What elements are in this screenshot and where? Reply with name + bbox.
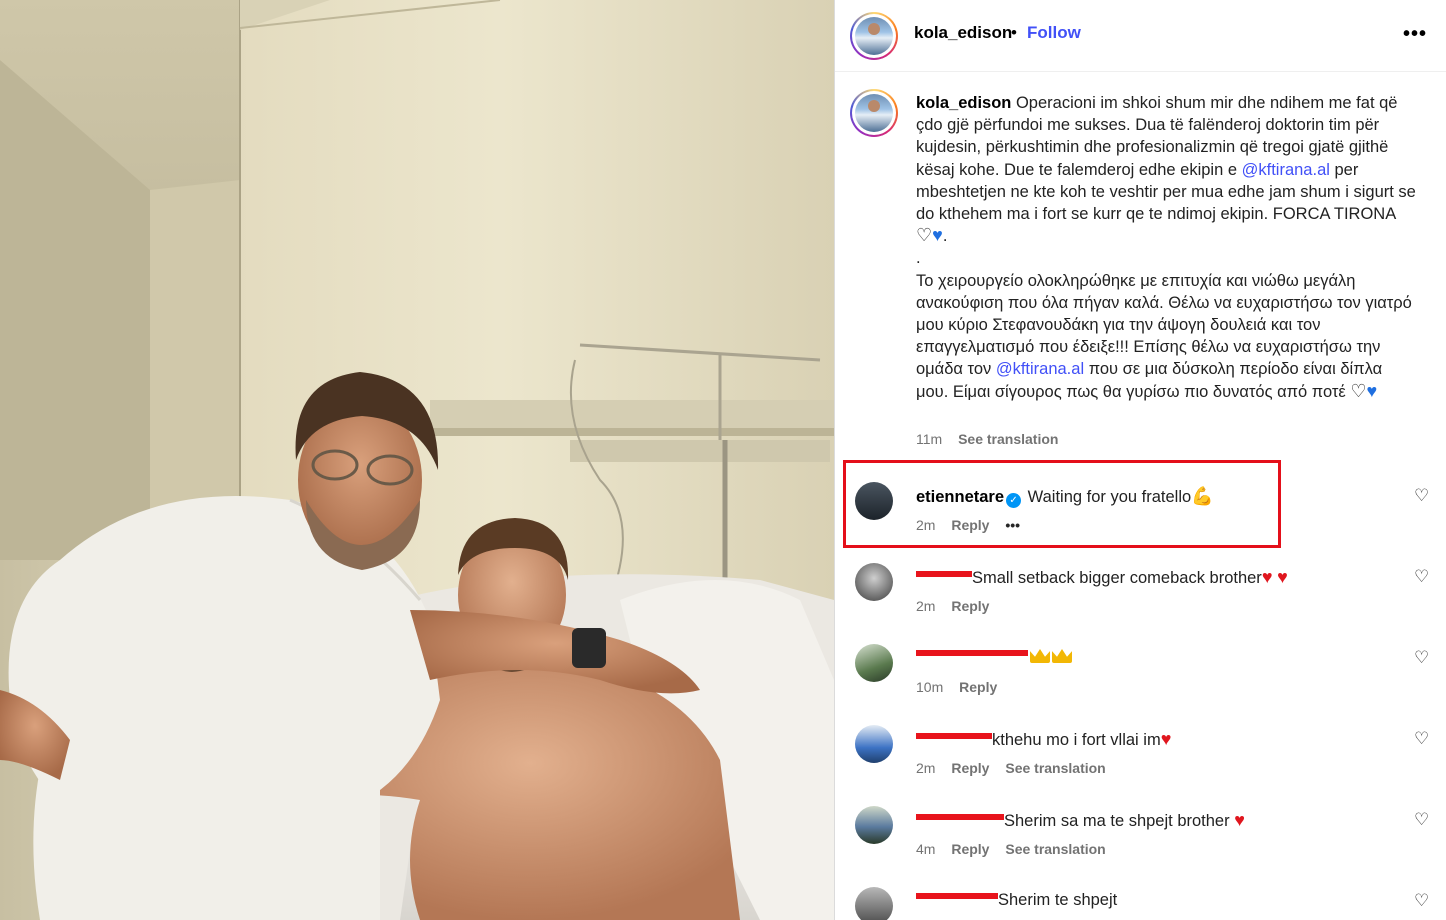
caption-separator: . [916,249,921,268]
like-heart-icon[interactable]: ♡ [1414,729,1429,749]
crown-emoji-icon [1030,649,1050,663]
comment-timestamp: 10m [916,679,944,695]
comment-timestamp: 2m [916,760,936,776]
post-side-panel: kola_edison • Follow ••• kola_edison Ope… [834,0,1446,920]
like-heart-icon[interactable]: ♡ [1414,567,1429,587]
comment-item: 10m Reply ♡ [835,628,1446,708]
red-heart-emoji-icon: ♥ [1261,567,1273,587]
comment-text: Sherim te shpejt [916,891,1117,910]
like-heart-icon[interactable]: ♡ [1414,810,1429,830]
commenter-avatar[interactable] [855,725,893,763]
like-heart-icon[interactable]: ♡ [1414,648,1429,668]
caption-timestamp: 11m [916,431,943,447]
more-options-icon[interactable]: ••• [1403,24,1427,44]
see-translation-button[interactable]: See translation [1005,760,1105,776]
comment-meta: 10m Reply [916,679,1009,695]
comment-timestamp: 4m [916,841,936,857]
red-heart-emoji-icon: ♥ [1234,810,1245,830]
comment-body: Sherim sa ma te shpejt brother [1004,812,1230,830]
caption-period: . [942,227,948,246]
reply-button[interactable]: Reply [951,598,989,614]
comment-body: kthehu mo i fort vllai im [992,731,1161,749]
hospital-photo [0,0,834,920]
caption-author-avatar[interactable] [850,89,898,137]
author-username[interactable]: kola_edison [914,23,1012,43]
commenter-avatar[interactable] [855,644,893,682]
commenter-avatar[interactable] [855,887,893,920]
comment-meta: 4m Reply See translation [916,841,1118,857]
comment-text [916,648,1072,667]
comment-meta: 2m Reply [916,598,1001,614]
commenter-avatar[interactable] [855,563,893,601]
separator-dot: • [1011,23,1017,42]
white-heart-icon: ♡ [1350,380,1367,401]
author-avatar[interactable] [850,12,898,60]
red-heart-emoji-icon: ♥ [1277,567,1288,587]
blue-heart-icon: ♥ [932,225,943,246]
white-heart-icon: ♡ [916,225,933,246]
comment-text: Sherim sa ma te shpejt brother ♥ [916,810,1245,831]
commenter-avatar[interactable] [855,806,893,844]
post-photo [0,0,834,920]
comment-item: kthehu mo i fort vllai im♥ 2m Reply See … [835,709,1446,789]
redacted-username [916,814,1004,820]
redacted-username [916,571,972,577]
comment-body: Sherim te shpejt [998,891,1118,909]
mention-link-kftirana[interactable]: @kftirana.al [1242,161,1330,179]
reply-button[interactable]: Reply [951,760,989,776]
reply-button[interactable]: Reply [951,841,989,857]
follow-button[interactable]: Follow [1027,23,1081,43]
red-heart-emoji-icon: ♥ [1160,729,1172,749]
comment-text: kthehu mo i fort vllai im♥ [916,729,1171,750]
post-header: kola_edison • Follow ••• [835,0,1446,72]
see-translation-button[interactable]: See translation [1005,841,1105,857]
reply-button[interactable]: Reply [959,679,997,695]
mention-link-kftirana-2[interactable]: @kftirana.al [996,360,1084,378]
comment-timestamp: 2m [916,598,936,614]
redacted-username [916,733,992,739]
comment-item: Sherim sa ma te shpejt brother ♥ 4m Repl… [835,790,1446,870]
comment-meta: 2m Reply See translation [916,760,1118,776]
caption-username[interactable]: kola_edison [916,94,1011,112]
like-heart-icon[interactable]: ♡ [1414,891,1429,911]
blue-heart-icon: ♥ [1366,380,1378,401]
caption-meta: 11m See translation [916,431,1070,447]
caption-text: kola_edison Operacioni im shkoi shum mir… [916,92,1416,403]
crown-emoji-icon [1052,649,1072,663]
red-highlight-box [843,460,1281,548]
redacted-username [916,893,998,899]
like-heart-icon[interactable]: ♡ [1414,486,1429,506]
comment-item: Sherim te shpejt ♡ [835,871,1446,920]
see-translation-button[interactable]: See translation [958,431,1058,447]
comment-body: Small setback bigger comeback brother [972,569,1262,587]
comment-text: Small setback bigger comeback brother♥ ♥ [916,567,1288,588]
comment-item: Small setback bigger comeback brother♥ ♥… [835,547,1446,627]
redacted-username [916,650,1028,656]
